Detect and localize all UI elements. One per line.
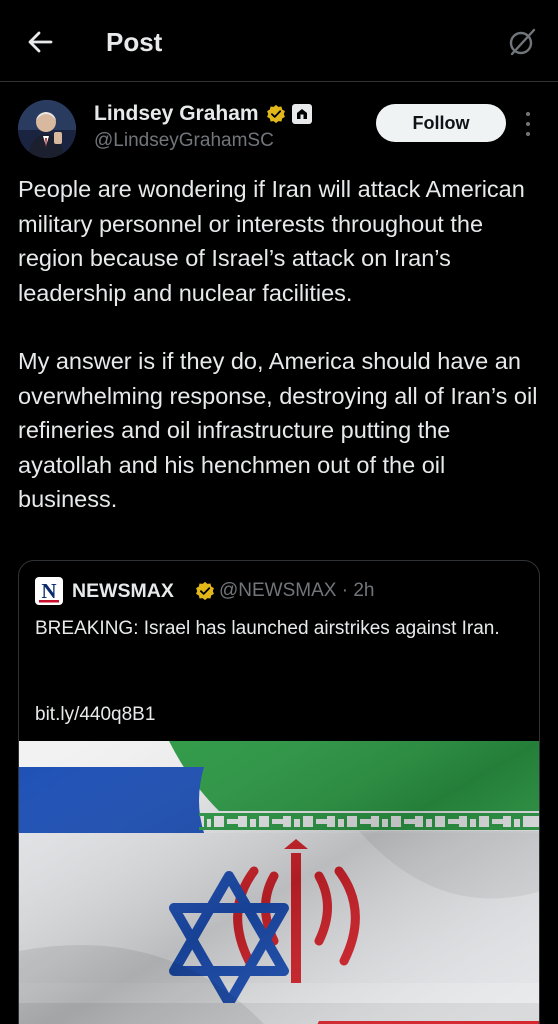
grok-icon — [509, 28, 536, 56]
quoted-author-name: NEWSMAX — [72, 580, 174, 602]
quoted-author-handle: @NEWSMAX · 2h — [219, 580, 375, 601]
grok-button[interactable] — [504, 24, 540, 60]
newsmax-logo: N — [35, 577, 63, 605]
top-bar: Post — [0, 0, 558, 82]
post-paragraph: My answer is if they do, America should … — [18, 348, 538, 512]
follow-button[interactable]: Follow — [376, 104, 506, 142]
author-handle[interactable]: @LindseyGrahamSC — [94, 129, 274, 153]
more-options-icon[interactable] — [522, 112, 534, 136]
post-paragraph: People are wondering if Iran will attack… — [18, 176, 525, 306]
quoted-post-link[interactable]: bit.ly/440q8B1 — [35, 701, 155, 729]
verified-gold-icon — [196, 581, 214, 601]
quoted-post[interactable]: N NEWSMAX @NEWSMAX · 2h BREAKING: Israel… — [18, 560, 540, 1024]
avatar[interactable] — [18, 100, 76, 158]
quoted-post-text: BREAKING: Israel has launched airstrikes… — [35, 618, 500, 639]
arrow-left-icon — [28, 31, 53, 53]
verified-gold-icon — [267, 104, 285, 124]
svg-text:N: N — [41, 579, 56, 603]
affiliation-badge-icon — [292, 104, 312, 124]
author-name[interactable]: Lindsey Graham — [94, 101, 259, 127]
post-image[interactable] — [19, 741, 539, 1024]
page-title: Post — [106, 27, 163, 57]
post-text: People are wondering if Iran will attack… — [18, 172, 542, 517]
back-button[interactable] — [22, 24, 58, 60]
